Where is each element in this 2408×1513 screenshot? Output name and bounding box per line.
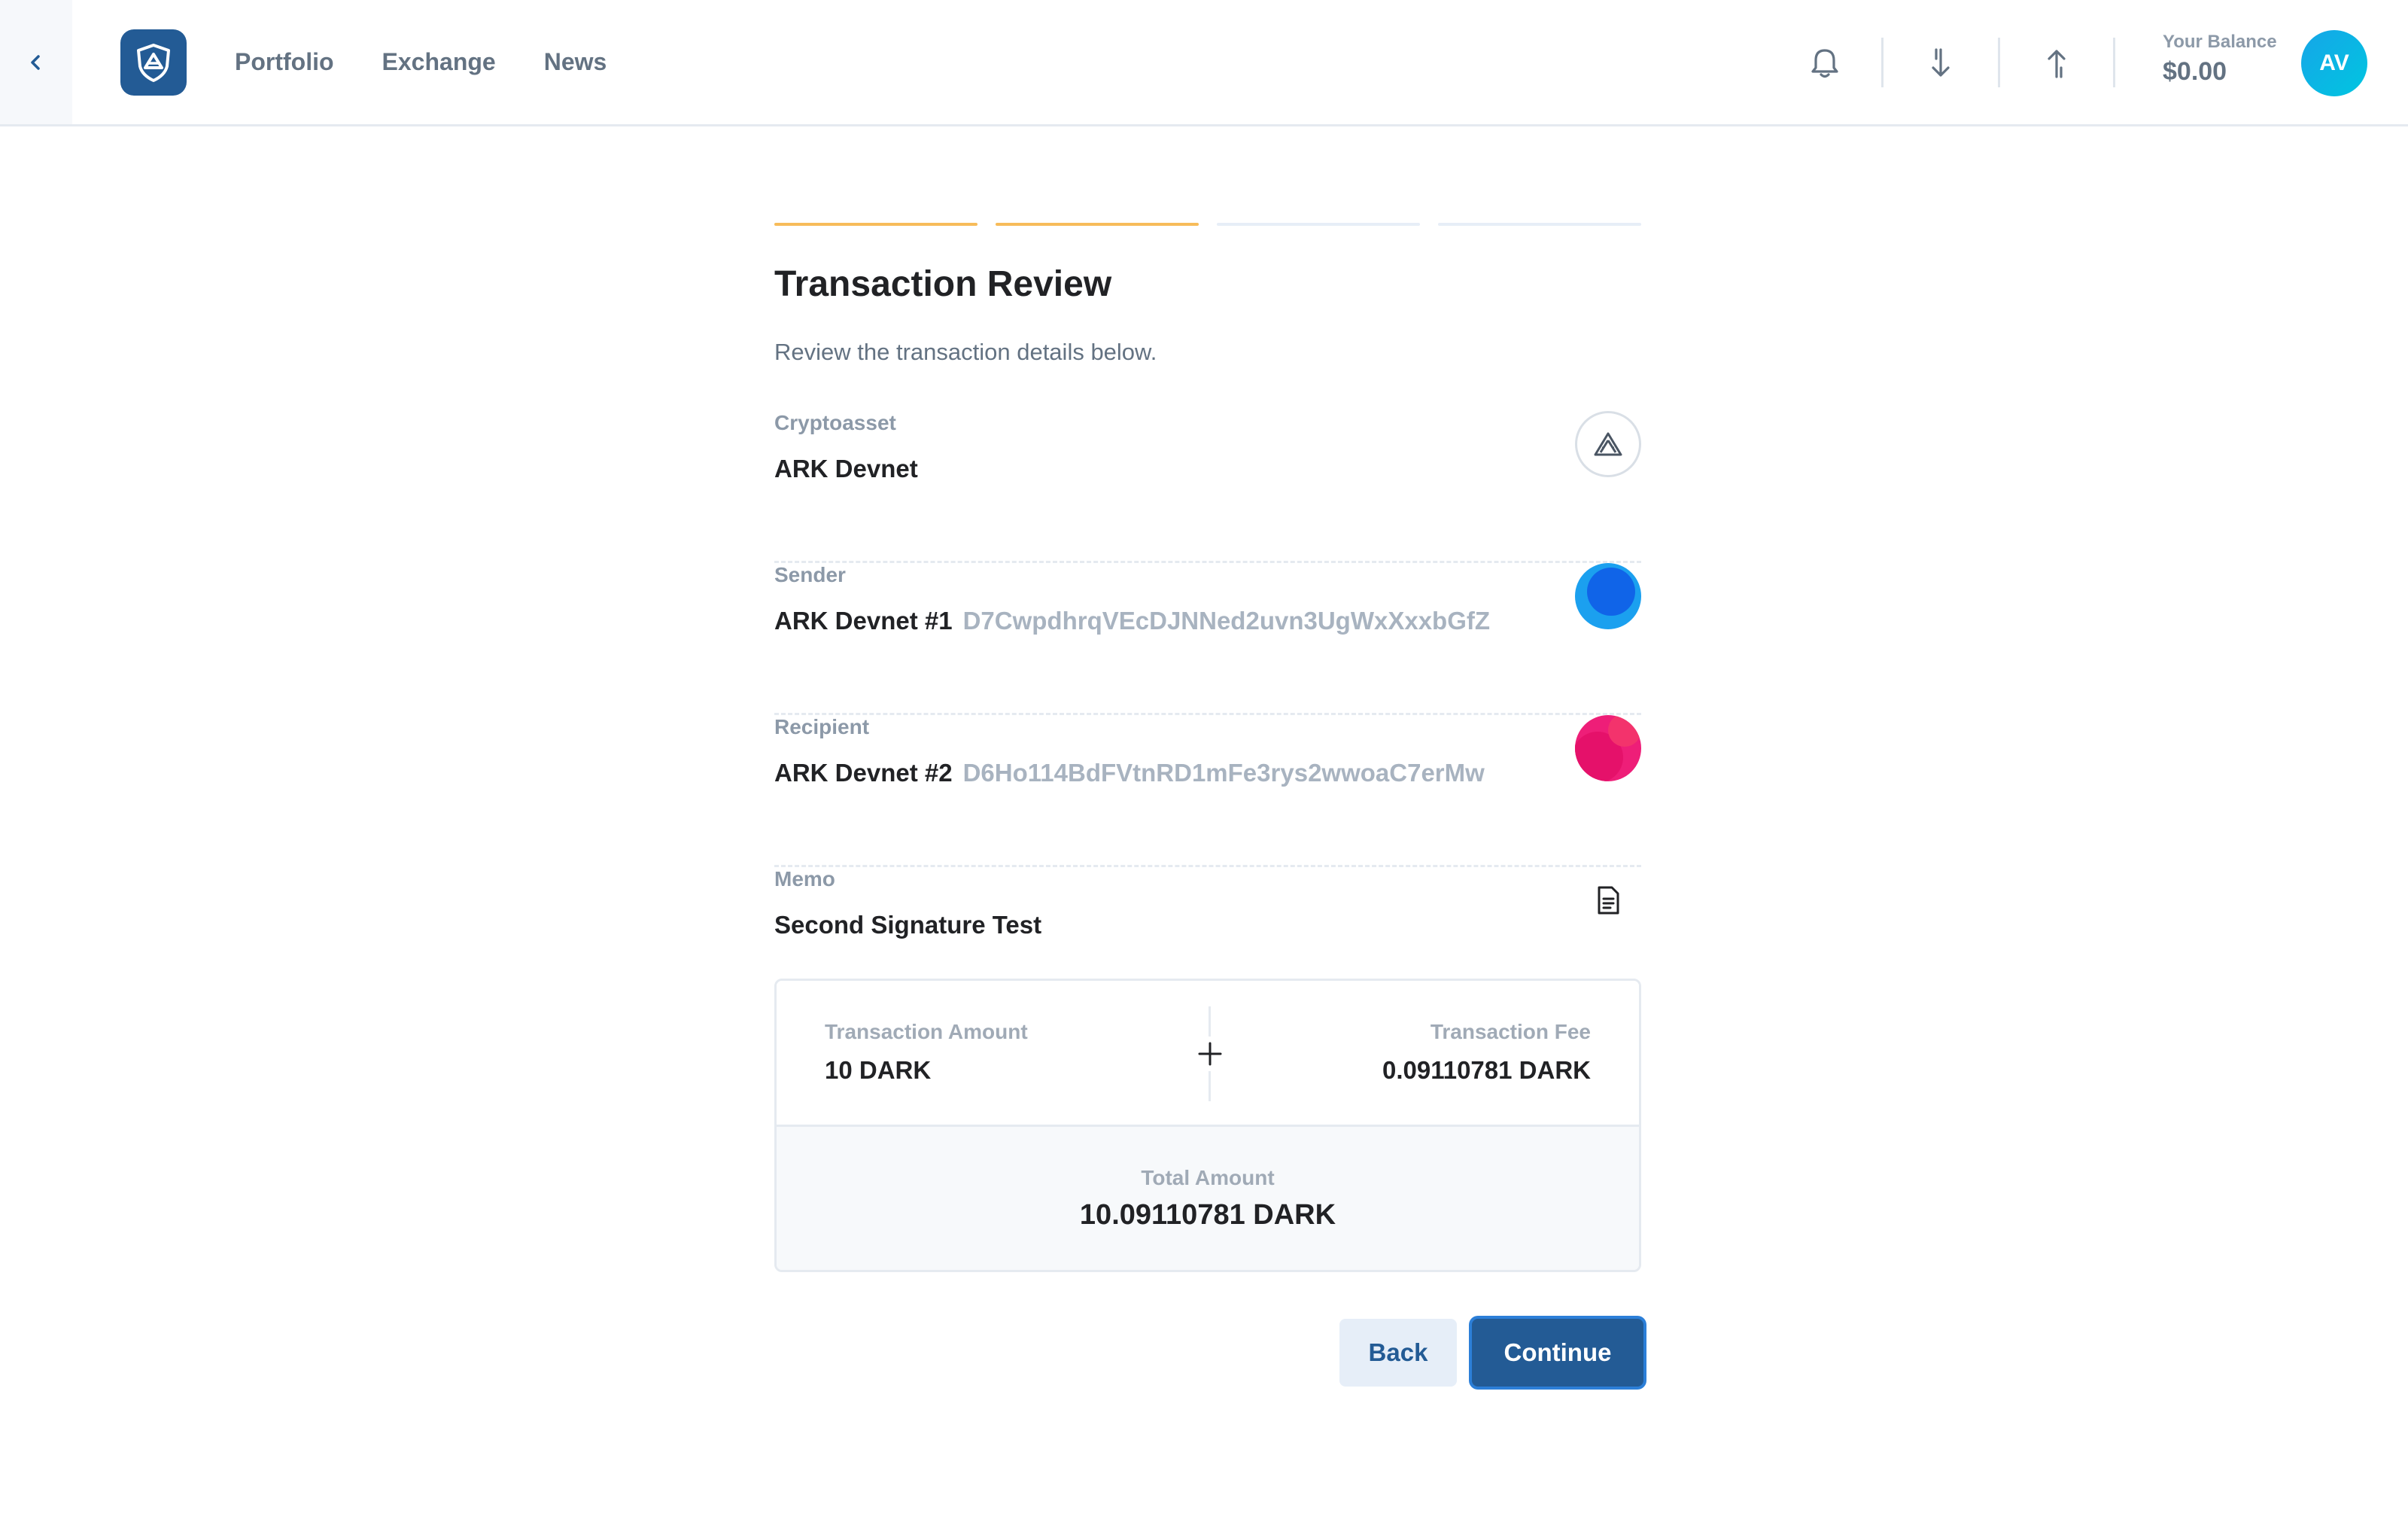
bell-icon: [1811, 49, 1838, 78]
back-nav-button[interactable]: [0, 0, 72, 124]
balance-value: $0.00: [2163, 57, 2227, 86]
arrow-up-icon: [2048, 50, 2066, 78]
recipient-wallet-name: ARK Devnet #2: [774, 759, 953, 787]
step-indicator: [774, 223, 977, 226]
nav-exchange[interactable]: Exchange: [382, 48, 496, 76]
recipient-value: ARK Devnet #2 D6Ho114BdFVtnRD1mFe3rys2wwo…: [774, 759, 1485, 787]
total-label: Total Amount: [1141, 1166, 1275, 1189]
ark-logo[interactable]: [120, 29, 187, 96]
recipient-address: D6Ho114BdFVtnRD1mFe3rys2wwoaC7erMw: [962, 759, 1485, 787]
sender-wallet-name: ARK Devnet #1: [774, 607, 953, 635]
sender-row: Sender ARK Devnet #1 D7CwpdhrqVEcDJNNed2u…: [774, 563, 1641, 715]
cryptoasset-value: ARK Devnet: [774, 455, 918, 483]
memo-label: Memo: [774, 867, 835, 890]
sender-value: ARK Devnet #1 D7CwpdhrqVEcDJNNed2uvn3UgWx…: [774, 607, 1490, 635]
main-nav: Portfolio Exchange News: [235, 0, 655, 124]
toolbar-divider: [2113, 38, 2115, 87]
chevron-left-icon: [31, 54, 40, 70]
sender-avatar-icon: [1575, 563, 1641, 629]
balance-label: Your Balance: [2163, 32, 2277, 52]
top-navigation-bar: Portfolio Exchange News Your Balance $0.…: [0, 0, 2408, 126]
total-value: 10.09110781 DARK: [1079, 1199, 1336, 1231]
recipient-avatar: [1575, 715, 1641, 781]
toolbar-divider: [1998, 38, 2000, 87]
plus-icon: [1193, 1037, 1227, 1071]
step-indicator: [1217, 223, 1420, 226]
recipient-avatar-icon: [1575, 715, 1641, 781]
fee-label: Transaction Fee: [1430, 1020, 1591, 1043]
nav-portfolio[interactable]: Portfolio: [235, 48, 334, 76]
step-progress: [774, 223, 1641, 226]
sender-address: D7CwpdhrqVEcDJNNed2uvn3UgWxXxxbGfZ: [962, 607, 1491, 635]
amount-label: Transaction Amount: [825, 1020, 1028, 1043]
shield-logo-icon: [137, 44, 170, 82]
total-section: Total Amount 10.09110781 DARK: [777, 1127, 1639, 1270]
toolbar-divider: [1881, 38, 1884, 87]
document-icon: [1598, 886, 1619, 915]
cryptoasset-label: Cryptoasset: [774, 411, 896, 434]
send-button[interactable]: [2033, 39, 2081, 87]
notifications-button[interactable]: [1801, 39, 1849, 87]
recipient-row: Recipient ARK Devnet #2 D6Ho114BdFVtnRD1m…: [774, 715, 1641, 867]
recipient-label: Recipient: [774, 715, 870, 738]
continue-button[interactable]: Continue: [1472, 1319, 1643, 1387]
transaction-amount: Transaction Amount 10 DARK: [825, 1020, 1028, 1085]
step-indicator: [1438, 223, 1641, 226]
page-title: Transaction Review: [774, 264, 1112, 304]
arrow-down-icon: [1932, 48, 1950, 77]
network-icon: [1575, 411, 1641, 477]
memo-value: Second Signature Test: [774, 911, 1042, 939]
back-button[interactable]: Back: [1339, 1319, 1457, 1387]
transaction-fee: Transaction Fee 0.09110781 DARK: [1382, 1020, 1591, 1085]
ark-network-icon: [1594, 432, 1622, 456]
sender-avatar: [1575, 563, 1641, 629]
amount-summary-card: Transaction Amount 10 DARK Transaction F…: [774, 979, 1641, 1272]
amount-value: 10 DARK: [825, 1056, 932, 1084]
plus-symbol: [1198, 1042, 1222, 1066]
fee-value: 0.09110781 DARK: [1382, 1056, 1591, 1084]
nav-news[interactable]: News: [544, 48, 607, 76]
user-avatar[interactable]: AV: [2301, 30, 2367, 96]
sender-label: Sender: [774, 563, 846, 586]
cryptoasset-row: Cryptoasset ARK Devnet: [774, 411, 1641, 563]
memo-icon-wrap: [1575, 867, 1641, 933]
amount-fee-section: Transaction Amount 10 DARK Transaction F…: [777, 981, 1639, 1127]
balance-display: Your Balance $0.00: [2163, 32, 2277, 87]
step-indicator: [996, 223, 1199, 226]
page-subtitle: Review the transaction details below.: [774, 339, 1157, 365]
receive-button[interactable]: [1917, 39, 1965, 87]
